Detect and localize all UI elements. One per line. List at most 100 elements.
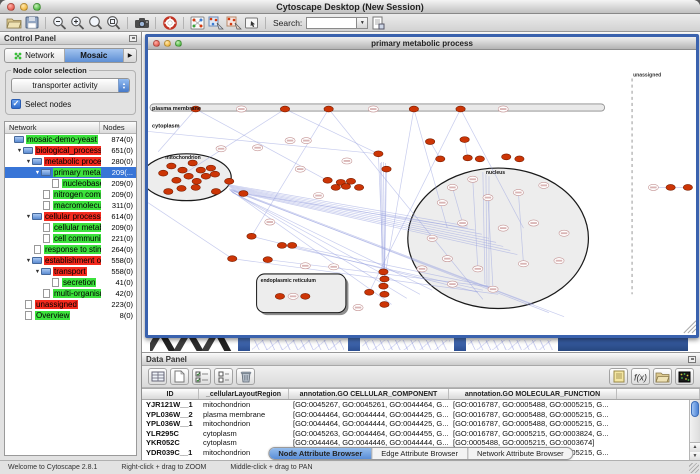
zoom-out-button[interactable] [51, 15, 68, 30]
network-node[interactable] [191, 184, 200, 190]
attribute-grid-button[interactable] [148, 368, 167, 385]
delete-attribute-button[interactable] [236, 368, 255, 385]
network-view-button[interactable] [189, 15, 206, 30]
network-canvas[interactable]: plasma membranecytoplasmmitochondrionnuc… [148, 50, 696, 335]
tree-expander-icon[interactable]: ▼ [25, 258, 32, 264]
network-node[interactable] [247, 233, 256, 239]
scrollbar-thumb[interactable] [691, 401, 699, 417]
open-session-button[interactable] [5, 15, 22, 30]
network-canvas-svg[interactable]: plasma membranecytoplasmmitochondrionnuc… [148, 50, 696, 335]
frame-resize-grip[interactable] [688, 325, 696, 333]
tree-expander-icon[interactable]: ▼ [25, 159, 32, 165]
network-node[interactable] [346, 178, 355, 184]
network-node[interactable] [382, 166, 391, 172]
network-node[interactable] [192, 178, 201, 184]
network-node[interactable] [277, 242, 286, 248]
network-edge[interactable] [148, 203, 232, 259]
network-edge[interactable] [158, 109, 196, 152]
background-window-fragment[interactable] [348, 337, 452, 351]
table-column-header[interactable]: annotation.GO MOLECULAR_FUNCTION [449, 389, 617, 399]
frame-resize-grip[interactable] [692, 329, 696, 333]
zoom-in-button[interactable] [69, 15, 86, 30]
network-node[interactable] [379, 283, 388, 289]
network-node[interactable] [196, 167, 205, 173]
tree-expander-icon[interactable]: ▼ [25, 214, 32, 220]
network-node[interactable] [683, 184, 692, 190]
network-node[interactable] [301, 293, 310, 299]
tree-row-macromolecule[interactable]: macromolecule311(0) [5, 200, 136, 211]
network-node[interactable] [263, 257, 272, 263]
network-node[interactable] [184, 173, 193, 179]
network-node[interactable] [354, 184, 363, 190]
search-combobox[interactable]: ▼ [306, 17, 368, 29]
tree-row-cell-communicat[interactable]: cell communicat221(0) [5, 233, 136, 244]
scroll-up-icon[interactable]: ▲ [690, 443, 700, 452]
search-input[interactable] [307, 18, 356, 28]
function-builder-button[interactable]: f(x) [631, 368, 650, 385]
tree-row-establishment-of-lo[interactable]: ▼establishment of lo558(0) [5, 255, 136, 266]
network-node[interactable] [365, 289, 374, 295]
tree-row-secretion[interactable]: secretion41(0) [5, 277, 136, 288]
select-mode-button[interactable] [243, 15, 260, 30]
network-edge[interactable] [187, 109, 285, 172]
network-node[interactable] [380, 291, 389, 297]
network-annotation-1-button[interactable] [207, 15, 224, 30]
table-row[interactable]: YLR295Ccytoplasm[GO:0045263, GO:0044464,… [142, 429, 700, 439]
tree-row-overview[interactable]: Overview8(0) [5, 310, 136, 321]
search-dropdown-arrow-icon[interactable]: ▼ [356, 18, 367, 28]
tree-row-nucleobase-[interactable]: nucleobase-209(0) [5, 178, 136, 189]
tree-expander-icon[interactable]: ▼ [16, 148, 23, 154]
table-row[interactable]: YJR121W__1mitochondrion[GO:0045267, GO:0… [142, 400, 700, 410]
network-edge[interactable] [252, 109, 329, 236]
tree-row-cellular-process[interactable]: ▼cellular process614(0) [5, 211, 136, 222]
network-node[interactable] [287, 242, 296, 248]
new-attribute-button[interactable] [170, 368, 189, 385]
frame-titlebar[interactable]: primary metabolic process [148, 37, 696, 50]
network-node[interactable] [280, 106, 289, 112]
network-node[interactable] [456, 106, 465, 112]
tab-network[interactable]: Network [5, 49, 64, 62]
network-node[interactable] [324, 106, 333, 112]
table-scrollbar[interactable]: ▲ ▼ [689, 400, 700, 460]
float-panel-icon[interactable] [129, 35, 137, 42]
tab-network-attribute-browser[interactable]: Network Attribute Browser [467, 448, 573, 459]
network-node[interactable] [206, 165, 215, 171]
import-attributes-button[interactable] [653, 368, 672, 385]
tree-row-nitrogen-compo[interactable]: nitrogen compo209(0) [5, 189, 136, 200]
tree-row-cellular-metabol[interactable]: cellular metabol209(0) [5, 222, 136, 233]
tree-row-mosaic-demo-yeast[interactable]: mosaic-demo-yeast874(0) [5, 134, 136, 145]
tree-row-transport[interactable]: ▼transport558(0) [5, 266, 136, 277]
select-nodes-checkbox[interactable]: ✓ [11, 99, 21, 109]
network-node[interactable] [172, 177, 181, 183]
network-node[interactable] [210, 171, 219, 177]
snapshot-button[interactable] [133, 15, 150, 30]
network-node[interactable] [167, 163, 176, 169]
network-node[interactable] [178, 167, 187, 173]
network-node[interactable] [409, 106, 418, 112]
tree-row-biological-process[interactable]: ▼biological_process651(0) [5, 145, 136, 156]
network-node[interactable] [515, 156, 524, 162]
network-annotation-2-button[interactable] [225, 15, 242, 30]
save-session-button[interactable] [23, 15, 40, 30]
network-node[interactable] [425, 139, 434, 145]
dropdown-stepper-icon[interactable]: ▲▼ [118, 79, 129, 92]
zoom-selected-button[interactable] [105, 15, 122, 30]
network-node[interactable] [228, 256, 237, 262]
tree-expander-icon[interactable]: ▼ [34, 170, 41, 176]
matrix-view-button[interactable] [675, 368, 694, 385]
resize-grip[interactable] [689, 463, 699, 473]
tab-overflow-arrow-icon[interactable]: ▶ [123, 49, 136, 62]
network-node[interactable] [177, 185, 186, 191]
network-node[interactable] [460, 137, 469, 143]
tab-node-attribute-browser[interactable]: Node Attribute Browser [269, 448, 371, 459]
network-edge[interactable] [148, 131, 378, 153]
float-panel-icon[interactable] [688, 356, 696, 363]
tree-expander-icon[interactable]: ▼ [34, 269, 41, 275]
network-node[interactable] [380, 302, 389, 308]
tree-column-network[interactable]: Network [5, 122, 100, 133]
tree-column-nodes[interactable]: Nodes [100, 122, 136, 133]
network-node[interactable] [211, 189, 220, 195]
background-window-fragment[interactable] [238, 337, 346, 351]
network-node[interactable] [201, 173, 210, 179]
help-button[interactable] [161, 15, 178, 30]
